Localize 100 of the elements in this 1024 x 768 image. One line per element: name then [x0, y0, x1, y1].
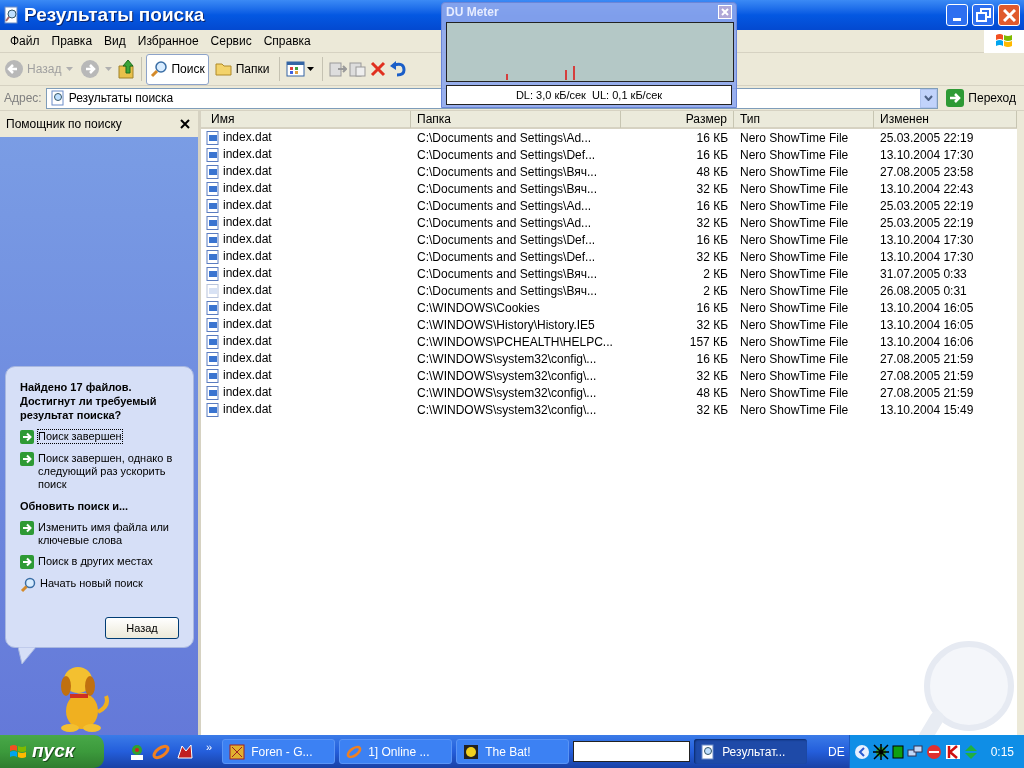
table-cell: Nero ShowTime File [740, 199, 849, 213]
search-icon [150, 60, 169, 78]
table-cell: 26.08.2005 0:31 [880, 284, 967, 298]
more-chevron[interactable]: » [206, 739, 213, 756]
search-results-icon [50, 90, 65, 106]
clock: 0:15 [990, 743, 1014, 761]
column-header[interactable]: Папка [411, 111, 621, 128]
table-cell: C:\WINDOWS\system32\config\... [417, 403, 597, 417]
table-cell: 27.08.2005 23:58 [880, 165, 974, 179]
table-cell: C:\Documents and Settings\Вяч... [417, 165, 598, 179]
table-cell: index.dat [223, 333, 272, 350]
table-cell: 16 КБ [696, 301, 728, 315]
close-button[interactable] [998, 4, 1020, 26]
table-cell: 27.08.2005 21:59 [880, 352, 974, 366]
address-label: Адрес: [4, 90, 42, 107]
back-button[interactable]: Назад [105, 617, 179, 639]
table-cell: 13.10.2004 16:05 [880, 301, 974, 315]
table-cell: 157 КБ [689, 335, 728, 349]
table-cell: C:\Documents and Settings\Ad... [417, 131, 592, 145]
column-header[interactable]: Размер [621, 111, 734, 128]
table-cell: 13.10.2004 15:49 [880, 403, 974, 417]
k-letter-shield-icon[interactable] [944, 743, 961, 760]
minimize-icon [953, 18, 961, 21]
table-cell: Nero ShowTime File [740, 250, 849, 264]
taskbar-input-field[interactable] [573, 741, 691, 762]
folders-button[interactable]: Папки [210, 53, 274, 85]
close-icon [1002, 8, 1016, 22]
close-icon[interactable] [180, 119, 190, 129]
table-cell: 13.10.2004 22:43 [880, 182, 974, 196]
section-heading: Обновить поиск и... [20, 499, 130, 513]
table-cell: 48 КБ [696, 386, 728, 400]
table-cell: Nero ShowTime File [740, 318, 849, 332]
table-cell: Nero ShowTime File [740, 165, 849, 179]
taskbar-button[interactable]: 1] Online ... [339, 739, 453, 764]
table-cell: index.dat [223, 248, 272, 265]
table-cell: 16 КБ [696, 131, 728, 145]
balloon-link[interactable]: Изменить имя файла или ключевые слова [38, 521, 179, 547]
swirl-icon[interactable] [152, 742, 170, 761]
taskbar-button[interactable]: Foren - G... [222, 739, 336, 764]
table-cell: 32 КБ [696, 182, 728, 196]
menu-item[interactable]: Файл [4, 32, 46, 50]
windows-flag-icon [994, 32, 1014, 50]
column-header[interactable]: Имя [201, 111, 411, 128]
table-cell: C:\WINDOWS\system32\config\... [417, 386, 597, 400]
menu-item[interactable]: Справка [257, 32, 317, 50]
status-light-icon[interactable] [891, 744, 904, 759]
search-button[interactable]: Поиск [146, 53, 209, 85]
table-cell: Nero ShowTime File [740, 369, 849, 383]
balloon-heading: Найдено 17 файлов. Достигнут ли требуемый результат поиска? [20, 380, 158, 422]
table-cell: 32 КБ [696, 318, 728, 332]
taskbar-button[interactable]: The Bat! [456, 739, 570, 764]
no-entry-icon[interactable] [925, 743, 942, 760]
balloon-link[interactable]: Поиск в других местах [38, 555, 153, 568]
go-button[interactable]: Переход [942, 89, 1020, 107]
search-window-icon [4, 6, 20, 24]
undo-icon[interactable] [389, 60, 408, 78]
taskbar-button[interactable]: Результат... [694, 739, 808, 764]
minimize-button[interactable] [946, 4, 968, 26]
table-cell: index.dat [223, 282, 272, 299]
table-cell: 2 КБ [703, 284, 728, 298]
window-title: Результаты поиска [24, 2, 205, 27]
table-cell: Nero ShowTime File [740, 182, 849, 196]
table-cell: 27.08.2005 21:59 [880, 386, 974, 400]
restore-button[interactable] [972, 4, 994, 26]
column-header[interactable]: Изменен [874, 111, 1017, 128]
delete-icon[interactable] [369, 60, 388, 78]
meter-title: DU Meter [446, 4, 500, 21]
table-cell: 32 КБ [696, 403, 728, 417]
menu-item[interactable]: Избранное [131, 32, 205, 50]
balloon-link[interactable]: Поиск завершен [38, 430, 122, 443]
table-cell: Nero ShowTime File [740, 301, 849, 315]
chevron-left-icon[interactable] [853, 743, 870, 760]
menu-item[interactable]: Сервис [204, 32, 258, 50]
go-arrow-icon [946, 89, 965, 107]
menu-item[interactable]: Вид [98, 32, 132, 50]
table-cell: 16 КБ [696, 148, 728, 162]
network-icon[interactable] [906, 743, 923, 760]
view-grid-icon[interactable] [286, 60, 317, 78]
table-cell: Nero ShowTime File [740, 267, 849, 281]
table-cell: index.dat [223, 401, 272, 418]
table-cell: C:\Documents and Settings\Вяч... [417, 267, 598, 281]
table-cell: C:\Documents and Settings\Def... [417, 148, 596, 162]
table-cell: C:\Documents and Settings\Вяч... [417, 182, 598, 196]
table-cell: index.dat [223, 299, 272, 316]
arrow-icon [20, 521, 34, 535]
table-cell: index.dat [223, 163, 272, 180]
table-cell: index.dat [223, 197, 272, 214]
start-button[interactable]: пуск [0, 735, 104, 768]
table-cell: Nero ShowTime File [740, 284, 849, 298]
table-cell: index.dat [223, 265, 272, 282]
column-header[interactable]: Тип [734, 111, 874, 128]
table-cell: index.dat [223, 384, 272, 401]
table-cell: 32 КБ [696, 250, 728, 264]
balloon-link[interactable]: Начать новый поиск [40, 577, 143, 590]
move-to-icon[interactable] [329, 60, 348, 78]
menu-item[interactable]: Правка [45, 32, 99, 50]
language-indicator[interactable]: DE [823, 742, 849, 761]
table-cell: 13.10.2004 16:06 [880, 335, 974, 349]
swirl-icon [346, 743, 363, 760]
balloon-link[interactable]: Поиск завершен, однако в следующий раз ускорить поиск [38, 452, 179, 491]
